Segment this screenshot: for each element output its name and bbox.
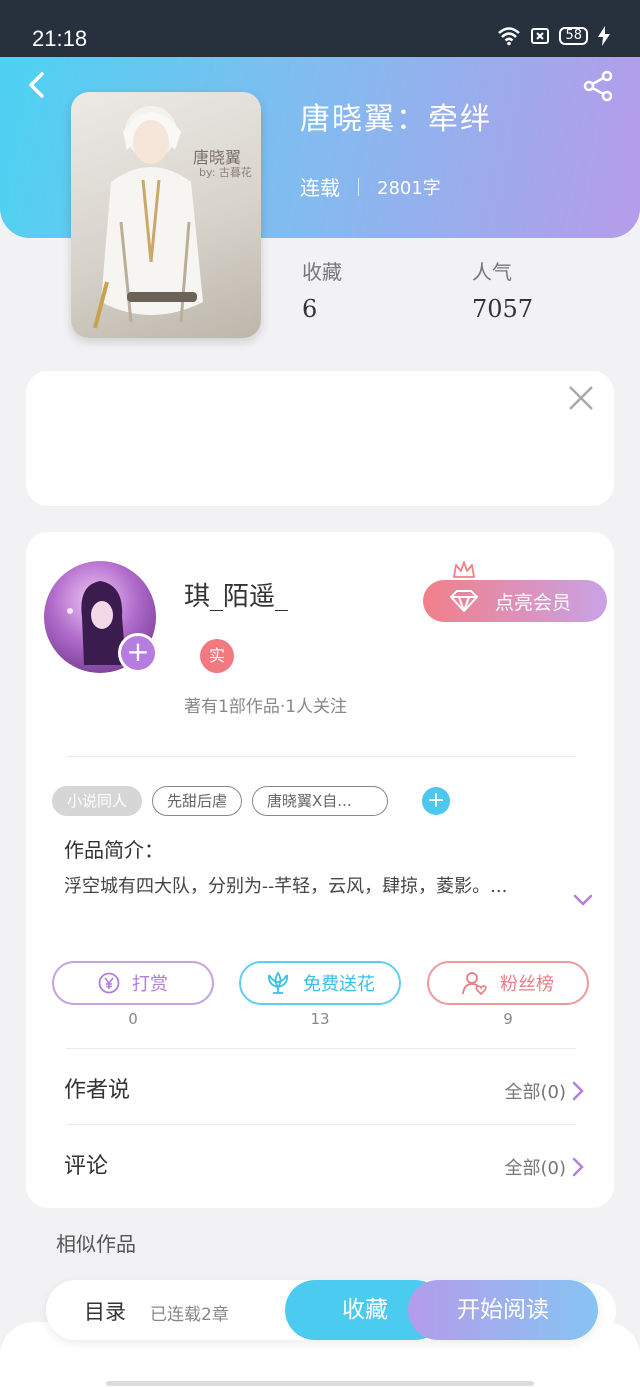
close-icon[interactable]: [568, 385, 594, 411]
chevron-down-icon[interactable]: [572, 892, 594, 908]
book-meta: 连载 2801字: [300, 172, 441, 201]
follow-author-button[interactable]: +: [118, 633, 158, 673]
tip-button[interactable]: 打赏: [52, 961, 214, 1005]
stat-label: 人气: [472, 260, 512, 284]
stat-label: 收藏: [302, 260, 342, 284]
meta-divider: [358, 177, 359, 196]
author-says-label: 作者说: [64, 1078, 131, 1103]
tag-item[interactable]: 唐晓翼X自...: [252, 786, 389, 816]
wifi-icon: [498, 27, 521, 46]
cover-illustration: [93, 106, 203, 329]
author-says-link[interactable]: 全部(0): [505, 1078, 585, 1104]
ad-card: [26, 371, 614, 506]
chapter-count: 已连载2章: [150, 1305, 229, 1325]
intro-label: 作品简介：: [64, 838, 164, 862]
stat-value: 7057: [472, 295, 534, 323]
fan-ranking-label: 粉丝榜: [500, 974, 554, 995]
book-word-count: 2801字: [377, 177, 441, 199]
status-icons: 58: [497, 26, 610, 46]
comments-link[interactable]: 全部(0): [505, 1154, 585, 1180]
divider: [66, 1048, 576, 1049]
start-reading-button[interactable]: 开始阅读: [408, 1280, 598, 1340]
similar-works-heading: 相似作品: [56, 1232, 136, 1256]
author-says-row[interactable]: 作者说 全部(0): [64, 1068, 584, 1108]
tag-item[interactable]: 先甜后虐: [152, 786, 243, 816]
chevron-right-icon: [572, 1081, 584, 1101]
author-says-count: 全部(0): [504, 1082, 567, 1103]
battery-icon: 58: [559, 27, 588, 45]
tag-list: 小说同人 先甜后虐 唐晓翼X自... +: [52, 786, 451, 816]
comments-count: 全部(0): [504, 1158, 567, 1179]
diamond-icon: [450, 590, 478, 612]
fans-count: 9: [503, 1010, 513, 1028]
stat-popularity: 人气 7057: [472, 256, 533, 323]
tip-count: 0: [128, 1010, 138, 1028]
author-name[interactable]: 琪_陌遥_: [184, 576, 288, 613]
send-flower-button[interactable]: 免费送花: [239, 961, 401, 1005]
vip-button[interactable]: 点亮会员: [423, 580, 607, 622]
author-stats: 著有1部作品·1人关注: [184, 697, 348, 717]
send-flower-label: 免费送花: [303, 974, 375, 995]
share-icon[interactable]: [582, 70, 614, 102]
tip-label: 打赏: [132, 974, 168, 995]
back-arrow-icon[interactable]: [24, 70, 50, 100]
toc-button[interactable]: 目录: [84, 1296, 126, 1326]
fan-ranking-button[interactable]: 粉丝榜: [427, 961, 589, 1005]
stat-favorites: 收藏 6: [302, 256, 342, 323]
flower-count: 13: [310, 1010, 330, 1028]
book-info-card: + 琪_陌遥_ 实 著有1部作品·1人关注 点亮会员 小说同人 先甜后虐 唐晓翼…: [26, 532, 614, 1208]
intro-text: 浮空城有四大队，分别为--芊轻，云风，肆掠，菱影。...: [64, 876, 508, 897]
bolt-icon: [598, 26, 610, 46]
user-heart-icon: [462, 972, 487, 995]
comments-row[interactable]: 评论 全部(0): [64, 1144, 584, 1184]
cover-byline: by: 古暮花: [199, 166, 252, 179]
status-bar: 21:18 58: [0, 0, 640, 57]
book-status: 连载: [300, 176, 340, 200]
chevron-right-icon: [572, 1157, 584, 1177]
crown-icon: [453, 561, 475, 578]
tag-item[interactable]: 小说同人: [52, 786, 143, 816]
add-tag-button[interactable]: +: [422, 787, 451, 815]
home-indicator: [106, 1381, 534, 1386]
sim-icon: [531, 28, 550, 44]
verified-badge: 实: [200, 639, 234, 673]
yuan-icon: [98, 972, 120, 994]
comments-label: 评论: [64, 1154, 109, 1179]
bottom-action-bar: 目录 已连载2章 收藏 开始阅读: [46, 1280, 598, 1340]
divider: [66, 756, 576, 757]
flower-icon: [268, 971, 288, 994]
vip-button-label: 点亮会员: [495, 591, 572, 614]
stat-value: 6: [302, 295, 318, 323]
status-time: 21:18: [32, 26, 88, 51]
book-cover[interactable]: 唐晓翼 by: 古暮花: [71, 92, 261, 338]
divider: [66, 1124, 576, 1125]
book-title: 唐晓翼：牵绊: [300, 102, 492, 137]
